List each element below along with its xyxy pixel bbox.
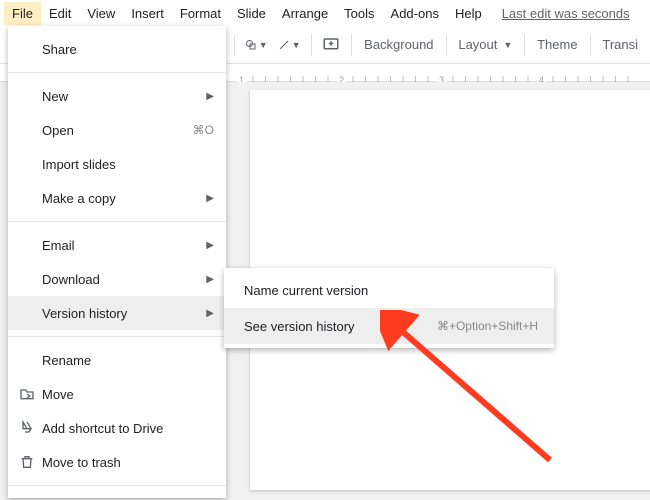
- menu-label: Make a copy: [38, 191, 206, 206]
- menu-view[interactable]: View: [79, 2, 123, 25]
- submenu-item-name-current[interactable]: Name current version: [224, 272, 554, 308]
- chevron-right-icon: ▶: [206, 240, 214, 251]
- menu-item-new[interactable]: New▶: [8, 79, 226, 113]
- menu-item-email[interactable]: Email▶: [8, 228, 226, 262]
- menu-label: Share: [38, 42, 214, 57]
- chevron-right-icon: ▶: [206, 308, 214, 319]
- menu-label: Version history: [38, 306, 206, 321]
- menu-arrange[interactable]: Arrange: [274, 2, 336, 25]
- menu-divider: [8, 72, 226, 73]
- shape-button[interactable]: ▼: [241, 31, 272, 59]
- shape-icon: [245, 36, 257, 54]
- menu-edit[interactable]: Edit: [41, 2, 79, 25]
- menu-label: Open: [38, 123, 193, 138]
- toolbar-separator: [446, 34, 447, 56]
- theme-button[interactable]: Theme: [531, 37, 583, 52]
- menu-item-rename[interactable]: Rename: [8, 343, 226, 377]
- toolbar-separator: [311, 34, 312, 56]
- menu-label: Import slides: [38, 157, 214, 172]
- move-icon: [16, 386, 38, 402]
- menu-item-move-to-trash[interactable]: Move to trash: [8, 445, 226, 479]
- background-button[interactable]: Background: [358, 37, 439, 52]
- chevron-down-icon: ▼: [292, 40, 301, 50]
- submenu-shortcut: ⌘+Option+Shift+H: [437, 319, 538, 333]
- menu-file[interactable]: File: [4, 2, 41, 25]
- menu-label: Move to trash: [38, 455, 214, 470]
- line-button[interactable]: ▼: [274, 31, 305, 59]
- menu-label: Download: [38, 272, 206, 287]
- layout-button[interactable]: Layout ▼: [452, 37, 518, 52]
- submenu-label: Name current version: [244, 283, 538, 298]
- chevron-right-icon: ▶: [206, 274, 214, 285]
- menu-item-add-shortcut[interactable]: Add shortcut to Drive: [8, 411, 226, 445]
- menu-item-make-copy[interactable]: Make a copy▶: [8, 181, 226, 215]
- menu-item-import-slides[interactable]: Import slides: [8, 147, 226, 181]
- menu-help[interactable]: Help: [447, 2, 490, 25]
- submenu-item-see-history[interactable]: See version history ⌘+Option+Shift+H: [224, 308, 554, 344]
- menu-label: Add shortcut to Drive: [38, 421, 214, 436]
- toolbar-separator: [234, 34, 235, 56]
- menu-item-version-history[interactable]: Version history▶: [8, 296, 226, 330]
- menu-bar: File Edit View Insert Format Slide Arran…: [0, 0, 650, 26]
- line-icon: [278, 36, 290, 54]
- menu-label: Move: [38, 387, 214, 402]
- menu-shortcut: ⌘O: [193, 123, 214, 137]
- menu-label: New: [38, 89, 206, 104]
- toolbar-separator: [351, 34, 352, 56]
- transition-button[interactable]: Transi: [596, 37, 644, 52]
- submenu-label: See version history: [244, 319, 437, 334]
- menu-insert[interactable]: Insert: [123, 2, 172, 25]
- chevron-down-icon: ▼: [259, 40, 268, 50]
- comment-icon: [322, 36, 340, 54]
- menu-item-share[interactable]: Share: [8, 32, 226, 66]
- menu-addons[interactable]: Add-ons: [383, 2, 447, 25]
- chevron-right-icon: ▶: [206, 193, 214, 204]
- version-history-submenu: Name current version See version history…: [224, 268, 554, 348]
- menu-item-download[interactable]: Download▶: [8, 262, 226, 296]
- menu-tools[interactable]: Tools: [336, 2, 382, 25]
- toolbar-separator: [590, 34, 591, 56]
- menu-item-open[interactable]: Open⌘O: [8, 113, 226, 147]
- chevron-down-icon: ▼: [503, 40, 512, 50]
- last-edit-link[interactable]: Last edit was seconds: [502, 6, 630, 21]
- chevron-right-icon: ▶: [206, 91, 214, 102]
- trash-icon: [16, 454, 38, 470]
- toolbar-separator: [524, 34, 525, 56]
- comment-button[interactable]: [317, 31, 345, 59]
- menu-label: Rename: [38, 353, 214, 368]
- menu-item-move[interactable]: Move: [8, 377, 226, 411]
- menu-divider: [8, 485, 226, 486]
- layout-label: Layout: [458, 37, 497, 52]
- menu-format[interactable]: Format: [172, 2, 229, 25]
- menu-divider: [8, 221, 226, 222]
- file-menu-dropdown: Share New▶ Open⌘O Import slides Make a c…: [8, 26, 226, 498]
- drive-shortcut-icon: [16, 420, 38, 436]
- menu-slide[interactable]: Slide: [229, 2, 274, 25]
- menu-label: Email: [38, 238, 206, 253]
- menu-divider: [8, 336, 226, 337]
